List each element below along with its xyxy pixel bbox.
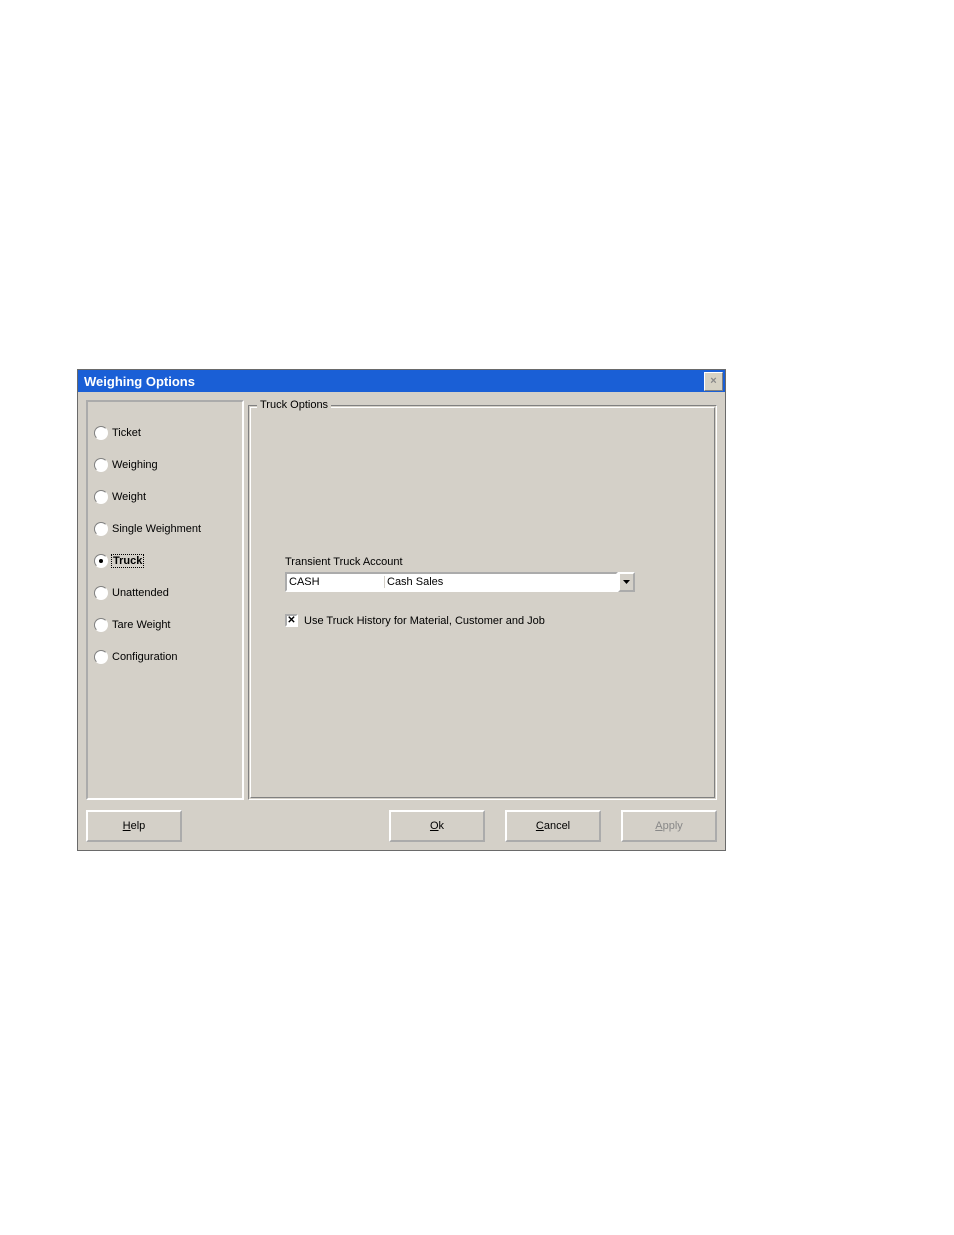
chevron-down-icon [623, 580, 630, 584]
dialog-body: Ticket Weighing Weight Single Weighment … [78, 392, 725, 850]
titlebar: Weighing Options × [78, 370, 725, 392]
radio-icon [94, 458, 108, 472]
radio-label: Single Weighment [112, 523, 201, 535]
spacer [202, 810, 369, 842]
radio-icon [94, 426, 108, 440]
button-label: Cancel [536, 820, 570, 832]
radio-label: Truck [112, 555, 143, 567]
group-title: Truck Options [257, 399, 331, 411]
radio-single-weighment[interactable]: Single Weighment [94, 522, 236, 536]
close-icon: × [710, 376, 716, 387]
radio-label: Weighing [112, 459, 158, 471]
use-history-row[interactable]: ✕ Use Truck History for Material, Custom… [285, 614, 702, 627]
button-label: Ok [430, 820, 444, 832]
radio-label: Unattended [112, 587, 169, 599]
category-panel: Ticket Weighing Weight Single Weighment … [86, 400, 244, 800]
combo-input[interactable]: CASH Cash Sales [285, 572, 618, 592]
main-row: Ticket Weighing Weight Single Weighment … [86, 400, 717, 800]
radio-icon [94, 650, 108, 664]
cancel-button[interactable]: Cancel [505, 810, 601, 842]
radio-icon [94, 618, 108, 632]
weighing-options-dialog: Weighing Options × Ticket Weighing Weigh… [77, 369, 726, 851]
radio-label: Ticket [112, 427, 141, 439]
help-button[interactable]: Help [86, 810, 182, 842]
radio-ticket[interactable]: Ticket [94, 426, 236, 440]
radio-weight[interactable]: Weight [94, 490, 236, 504]
close-button[interactable]: × [704, 372, 723, 391]
button-label: Apply [655, 820, 683, 832]
combo-desc: Cash Sales [385, 576, 616, 588]
ok-button[interactable]: Ok [389, 810, 485, 842]
radio-icon [94, 490, 108, 504]
radio-label: Configuration [112, 651, 177, 663]
radio-icon [94, 554, 108, 568]
radio-icon [94, 522, 108, 536]
transient-account-combo[interactable]: CASH Cash Sales [285, 572, 635, 592]
truck-options-group: Truck Options Transient Truck Account CA… [248, 405, 717, 800]
button-label: Help [123, 820, 146, 832]
apply-button[interactable]: Apply [621, 810, 717, 842]
content-panel: Truck Options Transient Truck Account CA… [248, 400, 717, 800]
combo-dropdown-button[interactable] [618, 572, 635, 592]
radio-icon [94, 586, 108, 600]
checkbox-label: Use Truck History for Material, Customer… [304, 615, 545, 627]
checkbox-icon[interactable]: ✕ [285, 614, 298, 627]
button-row: Help Ok Cancel Apply [86, 800, 717, 842]
radio-weighing[interactable]: Weighing [94, 458, 236, 472]
radio-configuration[interactable]: Configuration [94, 650, 236, 664]
radio-truck[interactable]: Truck [94, 554, 236, 568]
combo-code: CASH [287, 576, 385, 588]
radio-label: Tare Weight [112, 619, 171, 631]
radio-unattended[interactable]: Unattended [94, 586, 236, 600]
window-title: Weighing Options [84, 374, 195, 389]
radio-tare-weight[interactable]: Tare Weight [94, 618, 236, 632]
transient-account-label: Transient Truck Account [285, 556, 702, 568]
radio-label: Weight [112, 491, 146, 503]
